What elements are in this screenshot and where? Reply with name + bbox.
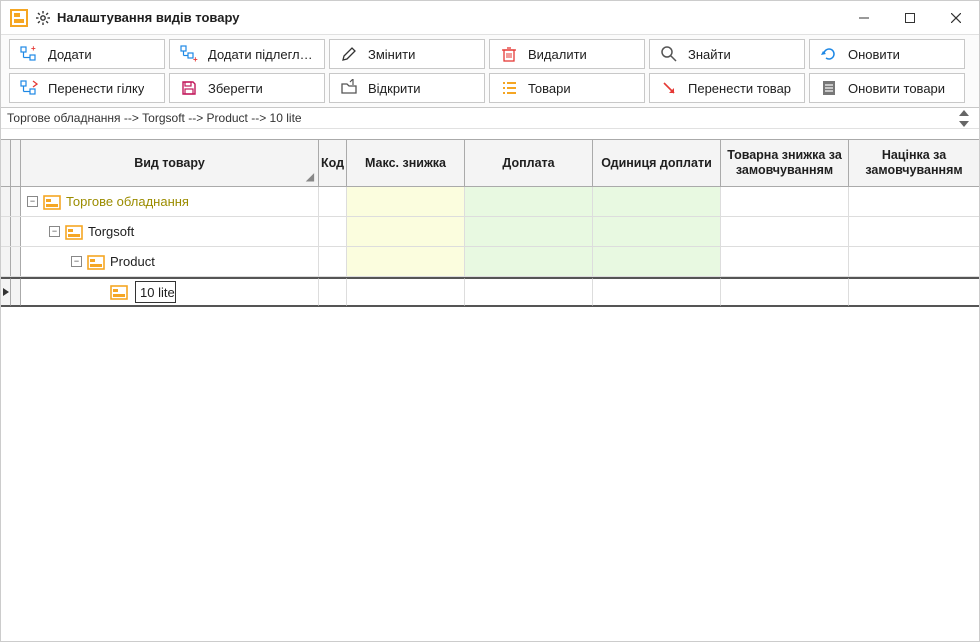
maximize-button[interactable]	[887, 1, 933, 34]
tree-add-icon: +	[20, 45, 38, 63]
open-button[interactable]: Відкрити	[329, 73, 485, 103]
grid-header-default-markup[interactable]: Націнка за замовчуванням	[849, 140, 979, 186]
col-unit-label: Одиниця доплати	[601, 156, 712, 171]
grid-header-tree[interactable]: Вид товару ◢	[21, 140, 319, 186]
col-maxd-label: Макс. знижка	[365, 156, 446, 171]
find-button[interactable]: Знайти	[649, 39, 805, 69]
col-defd-label: Товарна знижка за замовчуванням	[725, 148, 844, 178]
col-code-label: Код	[321, 156, 344, 171]
move-good-button[interactable]: Перенести товар	[649, 73, 805, 103]
gear-icon	[35, 10, 51, 26]
grid-header-indicator2[interactable]	[11, 140, 21, 186]
grid-header-indicator[interactable]	[1, 140, 11, 186]
goods-label: Товари	[528, 81, 571, 96]
add-button[interactable]: + Додати	[9, 39, 165, 69]
arrow-down-right-icon	[660, 79, 678, 97]
find-label: Знайти	[688, 47, 731, 62]
folder-open-icon	[340, 79, 358, 97]
refresh-button[interactable]: Оновити	[809, 39, 965, 69]
refresh-icon	[820, 45, 838, 63]
svg-text:+: +	[193, 55, 198, 63]
tree-node-label: Product	[110, 254, 155, 269]
save-label: Зберегти	[208, 81, 263, 96]
refresh-label: Оновити	[848, 47, 900, 62]
breadcrumb-row: Торгове обладнання --> Torgsoft --> Prod…	[1, 107, 979, 129]
breadcrumb: Торгове обладнання --> Torgsoft --> Prod…	[7, 111, 302, 125]
folder-icon	[42, 192, 62, 212]
current-row-marker-icon	[3, 288, 9, 296]
edit-button[interactable]: Змінити	[329, 39, 485, 69]
col-markup-label: Націнка за замовчуванням	[853, 148, 975, 178]
scroll-down-button[interactable]	[955, 118, 973, 129]
open-label: Відкрити	[368, 81, 421, 96]
toolbar: + Додати + Додати підлеглий Змінити Вида…	[1, 35, 979, 107]
grid-header-row: Вид товару ◢ Код Макс. знижка Доплата Од…	[1, 139, 979, 187]
add-subordinate-label: Додати підлеглий	[208, 47, 314, 62]
close-button[interactable]	[933, 1, 979, 34]
col-extra-label: Доплата	[502, 156, 554, 171]
grid-header-code[interactable]: Код	[319, 140, 347, 186]
move-branch-button[interactable]: Перенести гілку	[9, 73, 165, 103]
move-good-label: Перенести товар	[688, 81, 791, 96]
grid-body: − Торгове обладнання −	[1, 187, 979, 307]
scroll-up-button[interactable]	[955, 107, 973, 118]
search-icon	[660, 45, 678, 63]
minimize-button[interactable]	[841, 1, 887, 34]
doc-refresh-icon	[820, 79, 838, 97]
titlebar: Налаштування видів товару	[1, 1, 979, 35]
folder-icon	[86, 252, 106, 272]
tree-row-torgsoft[interactable]: − Torgsoft	[1, 217, 979, 247]
expand-toggle[interactable]: −	[71, 256, 82, 267]
window-title: Налаштування видів товару	[57, 10, 239, 25]
grid-header-default-discount[interactable]: Товарна знижка за замовчуванням	[721, 140, 849, 186]
floppy-icon	[180, 79, 198, 97]
svg-text:+: +	[31, 45, 36, 53]
col-tree-label: Вид товару	[134, 156, 205, 171]
pencil-icon	[340, 45, 358, 63]
sort-indicator-icon: ◢	[306, 172, 314, 184]
tree-row-product[interactable]: − Product	[1, 247, 979, 277]
tree-node-label: Torgsoft	[88, 224, 134, 239]
move-branch-icon	[20, 79, 38, 97]
add-label: Додати	[48, 47, 92, 62]
delete-label: Видалити	[528, 47, 587, 62]
save-button[interactable]: Зберегти	[169, 73, 325, 103]
grid-header-maxdiscount[interactable]: Макс. знижка	[347, 140, 465, 186]
edit-label: Змінити	[368, 47, 415, 62]
tree-node-label: 10 lite	[140, 285, 175, 300]
update-goods-button[interactable]: Оновити товари	[809, 73, 965, 103]
tree-row-10lite[interactable]: 10 lite	[1, 277, 979, 307]
list-icon	[500, 79, 518, 97]
tree-add-child-icon: +	[180, 45, 198, 63]
trash-icon	[500, 45, 518, 63]
tree-node-label: Торгове обладнання	[66, 194, 189, 209]
grid: Вид товару ◢ Код Макс. знижка Доплата Од…	[1, 139, 979, 307]
move-branch-label: Перенести гілку	[48, 81, 144, 96]
window-controls	[841, 1, 979, 34]
folder-icon	[64, 222, 84, 242]
grid-header-extra-unit[interactable]: Одиниця доплати	[593, 140, 721, 186]
app-icon	[9, 8, 29, 28]
update-goods-label: Оновити товари	[848, 81, 945, 96]
delete-button[interactable]: Видалити	[489, 39, 645, 69]
expand-toggle[interactable]: −	[27, 196, 38, 207]
grid-header-extrapay[interactable]: Доплата	[465, 140, 593, 186]
folder-icon	[109, 282, 129, 302]
tree-node-edit-cell[interactable]: 10 lite	[135, 281, 176, 303]
add-subordinate-button[interactable]: + Додати підлеглий	[169, 39, 325, 69]
expand-toggle[interactable]: −	[49, 226, 60, 237]
goods-button[interactable]: Товари	[489, 73, 645, 103]
tree-row-root[interactable]: − Торгове обладнання	[1, 187, 979, 217]
